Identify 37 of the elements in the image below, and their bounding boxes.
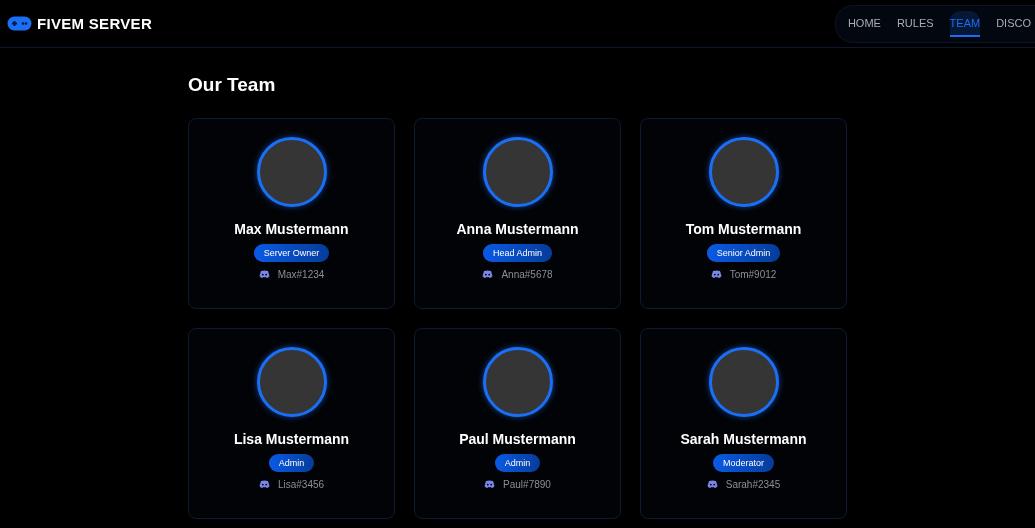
member-name: Anna Mustermann	[456, 221, 579, 237]
discord-icon	[258, 480, 270, 489]
avatar	[482, 347, 553, 417]
nav-link[interactable]: DISCO	[996, 10, 1031, 37]
role-badge: Admin	[268, 454, 315, 472]
brand-title: FIVEM SERVER	[37, 15, 153, 32]
discord-icon	[484, 480, 496, 489]
member-name: Max Mustermann	[234, 221, 349, 237]
role-badge: Moderator	[713, 454, 774, 472]
avatar	[708, 347, 779, 417]
discord-icon	[706, 480, 718, 489]
discord-icon	[482, 270, 494, 279]
nav-link[interactable]: HOME	[847, 10, 881, 37]
discord-tag: Sarah#2345	[725, 479, 781, 490]
discord-tag: Paul#7890	[503, 479, 551, 490]
avatar	[256, 347, 327, 417]
discord-tag: Lisa#3456	[277, 479, 325, 490]
avatar	[482, 137, 553, 207]
section-title: Our Team	[188, 74, 277, 96]
member-name: Tom Mustermann	[685, 221, 802, 237]
member-name: Sarah Mustermann	[680, 431, 807, 447]
nav-link[interactable]: RULES	[896, 10, 934, 37]
nav-link[interactable]: TEAM	[949, 10, 981, 37]
member-name: Lisa Mustermann	[233, 431, 350, 447]
role-badge: Server Owner	[253, 244, 330, 262]
discord-icon	[258, 270, 270, 279]
discord-icon	[710, 270, 722, 279]
gamepad-icon	[7, 16, 32, 31]
member-name: Paul Mustermann	[459, 431, 576, 447]
role-badge: Admin	[494, 454, 541, 472]
discord-tag: Tom#9012	[729, 269, 777, 280]
role-badge: Senior Admin	[706, 244, 781, 262]
discord-tag: Anna#5678	[501, 269, 553, 280]
avatar	[708, 137, 779, 207]
discord-tag: Max#1234	[277, 269, 325, 280]
avatar	[256, 137, 327, 207]
role-badge: Head Admin	[483, 244, 552, 262]
